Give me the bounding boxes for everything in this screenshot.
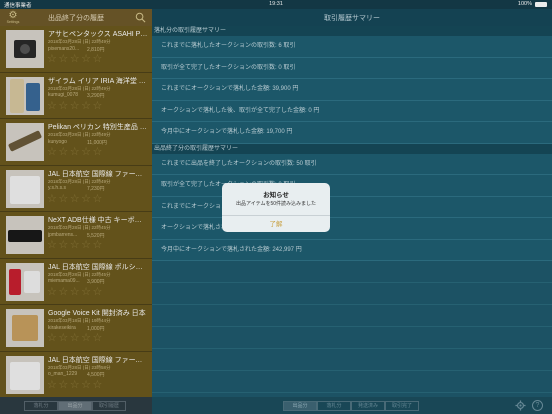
alert-title: お知らせ (263, 192, 289, 199)
alert-message: 出品アイテムを50件読み込みました (235, 201, 317, 207)
alert-dialog: お知らせ 出品アイテムを50件読み込みました 了解 (222, 183, 330, 232)
ok-button[interactable]: 了解 (222, 215, 330, 232)
